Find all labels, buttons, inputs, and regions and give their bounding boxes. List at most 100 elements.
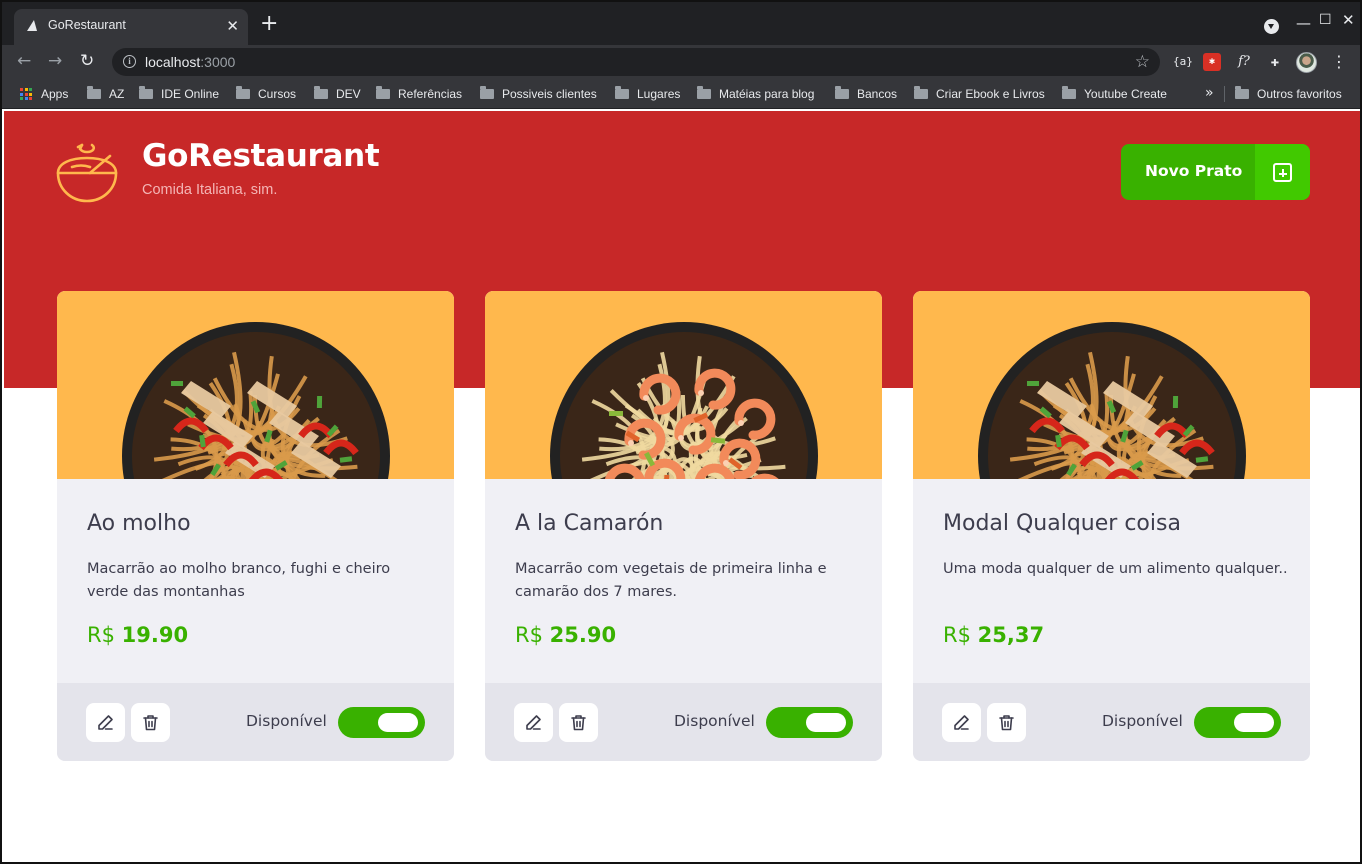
availability-label: Disponível (1102, 712, 1183, 730)
bookmark-folder[interactable]: Lugares (615, 85, 680, 103)
new-tab-button[interactable]: + (260, 13, 278, 35)
back-icon[interactable]: ← (17, 51, 31, 71)
favicon-icon (27, 20, 39, 31)
tab-bar: GoRestaurant ✕ + — ☐ ✕ (2, 2, 1360, 45)
price-currency: R$ (87, 623, 122, 647)
maximize-icon[interactable]: ☐ (1319, 13, 1332, 28)
food-card-footer: Disponível (57, 683, 454, 761)
toggle-knob (806, 713, 846, 732)
trash-icon (999, 715, 1014, 731)
food-card-footer: Disponível (485, 683, 882, 761)
bookmark-label: Bancos (857, 87, 898, 101)
extension-fx-icon[interactable]: f? (1235, 53, 1253, 71)
browser-window: GoRestaurant ✕ + — ☐ ✕ ← → ↻ i localhost… (0, 0, 1362, 864)
food-price: R$ 19.90 (87, 623, 188, 647)
food-description: Macarrão ao molho branco, fughi e cheiro… (87, 561, 391, 600)
bookmark-other-folder[interactable]: Outros favoritos (1235, 85, 1342, 103)
folder-icon (314, 86, 328, 99)
bookmark-label: Criar Ebook e Livros (936, 87, 1045, 101)
delete-food-button[interactable] (131, 703, 170, 742)
url-port: :3000 (200, 54, 236, 70)
availability-toggle[interactable] (766, 707, 853, 738)
bookmark-label: Cursos (258, 87, 297, 101)
bookmark-label: IDE Online (161, 87, 220, 101)
url-text: localhost:3000 (145, 54, 235, 70)
folder-icon (835, 86, 849, 99)
bookmark-label: Youtube Create (1084, 87, 1167, 101)
reload-icon[interactable]: ↻ (80, 51, 94, 71)
food-image (485, 291, 882, 479)
availability-label: Disponível (674, 712, 755, 730)
food-description: Uma moda qualquer de um alimento qualque… (943, 561, 1288, 577)
availability-toggle[interactable] (338, 707, 425, 738)
food-card-footer: Disponível (913, 683, 1310, 761)
folder-icon (1062, 86, 1076, 99)
edit-food-button[interactable] (514, 703, 553, 742)
page-content: GoRestaurant Comida Italiana, sim. Novo … (4, 111, 1360, 862)
bookmark-folder[interactable]: AZ (87, 85, 124, 103)
extension-red-icon[interactable]: ✱ (1203, 53, 1221, 71)
minimize-icon[interactable]: — (1296, 16, 1311, 31)
folder-icon (1235, 86, 1249, 99)
forward-icon[interactable]: → (48, 51, 62, 71)
delete-food-button[interactable] (559, 703, 598, 742)
food-image (913, 291, 1310, 479)
tab-gorestaurant[interactable]: GoRestaurant ✕ (14, 9, 248, 45)
brand-subtitle: Comida Italiana, sim. (142, 182, 278, 198)
folder-icon (480, 86, 494, 99)
bookmark-folder[interactable]: Cursos (236, 85, 296, 103)
folder-icon (697, 86, 711, 99)
price-value: 19.90 (121, 623, 189, 647)
bookmark-folder[interactable]: Referências (376, 85, 462, 103)
bookmark-folder[interactable]: Youtube Create (1062, 85, 1167, 103)
tab-close-icon[interactable]: ✕ (226, 17, 239, 35)
bookmarks-overflow-icon[interactable]: » (1205, 84, 1214, 102)
extensions-puzzle-icon[interactable]: ✚ (1266, 53, 1284, 71)
food-card: A la Camarón Macarrão com vegetais de pr… (485, 291, 882, 761)
new-dish-button[interactable]: Novo Prato (1121, 144, 1310, 200)
edit-food-button[interactable] (942, 703, 981, 742)
address-bar[interactable]: i localhost:3000 ☆ (112, 48, 1160, 76)
menu-kebab-icon[interactable]: ⋮ (1331, 52, 1347, 72)
pencil-icon (954, 715, 969, 730)
edit-food-button[interactable] (86, 703, 125, 742)
delete-food-button[interactable] (987, 703, 1026, 742)
bookmark-folder[interactable]: DEV (314, 85, 361, 103)
trash-icon (143, 715, 158, 731)
apps-grid-icon (20, 88, 32, 100)
price-value: 25.90 (549, 623, 617, 647)
site-info-icon[interactable]: i (123, 55, 136, 68)
trash-icon (571, 715, 586, 731)
bookmark-star-icon[interactable]: ☆ (1135, 52, 1150, 72)
bookmark-label: Outros favoritos (1257, 87, 1342, 101)
pencil-icon (526, 715, 541, 730)
profile-avatar[interactable] (1296, 52, 1317, 73)
folder-icon (139, 86, 153, 99)
close-window-icon[interactable]: ✕ (1342, 13, 1355, 28)
food-price: R$ 25,37 (943, 623, 1044, 647)
food-description: Macarrão com vegetais de primeira linha … (515, 561, 827, 600)
availability-label: Disponível (246, 712, 327, 730)
price-currency: R$ (943, 623, 978, 647)
bookmark-folder[interactable]: Matéias para blog (697, 85, 814, 103)
bookmark-folder[interactable]: Criar Ebook e Livros (914, 85, 1045, 103)
folder-icon (615, 86, 629, 99)
shrimp-noodles-bowl-image (550, 322, 818, 479)
bookmark-folder[interactable]: IDE Online (139, 85, 219, 103)
tab-title: GoRestaurant (48, 18, 126, 32)
availability-toggle[interactable] (1194, 707, 1281, 738)
bookmark-apps[interactable]: Apps (20, 85, 68, 103)
bookmark-label: Apps (41, 87, 69, 101)
chicken-noodles-bowl-image (122, 322, 390, 479)
extension-json-icon[interactable]: {a} (1173, 53, 1193, 71)
browser-toolbar: ← → ↻ i localhost:3000 ☆ {a} ✱ f? ✚ ⋮ (2, 45, 1360, 79)
bookmark-label: Lugares (637, 87, 681, 101)
tab-search-icon[interactable] (1264, 19, 1279, 34)
bookmark-label: Possiveis clientes (502, 87, 597, 101)
bookmark-folder[interactable]: Possiveis clientes (480, 85, 597, 103)
bookmark-label: DEV (336, 87, 361, 101)
folder-icon (236, 86, 250, 99)
food-card: Ao molho Macarrão ao molho branco, fughi… (57, 291, 454, 761)
plus-square-icon (1255, 144, 1310, 200)
bookmark-folder[interactable]: Bancos (835, 85, 897, 103)
